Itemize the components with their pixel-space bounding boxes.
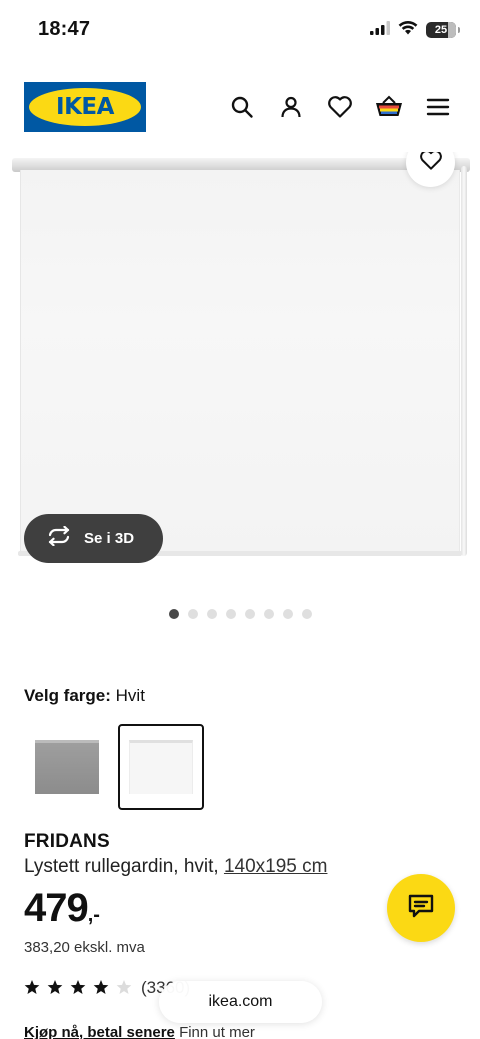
chat-button[interactable] xyxy=(387,874,455,942)
product-description-text: Lystett rullegardin, hvit, xyxy=(24,856,219,877)
product-size-link[interactable]: 140x195 cm xyxy=(224,856,328,877)
blind-cord xyxy=(461,166,467,556)
site-header: IKEA xyxy=(0,60,480,152)
carousel-dot[interactable] xyxy=(187,609,198,619)
view-in-3d-button[interactable]: Se i 3D xyxy=(24,514,163,563)
carousel-dot[interactable] xyxy=(225,609,236,619)
product-description: Lystett rullegardin, hvit, 140x195 cm xyxy=(24,856,327,878)
buy-now-title: Kjøp nå, betal senere xyxy=(24,1024,175,1039)
buy-now-link[interactable]: Finn ut mer xyxy=(179,1024,255,1039)
rating-stars[interactable] xyxy=(24,979,132,995)
heart-icon xyxy=(419,152,443,176)
color-swatch-white[interactable] xyxy=(118,724,204,810)
product-name: FRIDANS xyxy=(24,831,110,852)
price-ex-vat: 383,20 ekskl. mva xyxy=(24,939,145,956)
view-in-3d-label: Se i 3D xyxy=(84,530,135,547)
logo-text: IKEA xyxy=(56,94,114,120)
star-filled-icon xyxy=(24,980,40,994)
carousel-dot[interactable] xyxy=(282,609,293,619)
menu-icon[interactable] xyxy=(423,92,452,121)
status-time: 18:47 xyxy=(38,18,91,40)
search-icon[interactable] xyxy=(227,92,256,121)
ikea-logo[interactable]: IKEA xyxy=(24,82,146,132)
color-selected-value: Hvit xyxy=(115,686,145,705)
carousel-dots xyxy=(0,609,480,619)
color-label-title: Velg farge: xyxy=(24,686,111,705)
browser-url-bar[interactable]: ikea.com xyxy=(159,981,322,1023)
color-swatches xyxy=(24,724,204,810)
color-selector-label: Velg farge: Hvit xyxy=(24,686,145,706)
header-actions xyxy=(227,92,452,121)
star-filled-icon xyxy=(93,980,109,994)
battery-level: 25 xyxy=(434,24,448,36)
swatch-image xyxy=(35,740,99,794)
cellular-signal-icon xyxy=(370,20,390,40)
color-swatch-grey[interactable] xyxy=(24,724,110,810)
product-price: 479 ,- xyxy=(24,884,100,932)
star-filled-icon xyxy=(47,980,63,994)
account-icon[interactable] xyxy=(276,92,305,121)
price-amount: 479 xyxy=(24,886,89,930)
carousel-dot[interactable] xyxy=(263,609,274,619)
carousel-dot[interactable] xyxy=(206,609,217,619)
url-text: ikea.com xyxy=(208,993,273,1010)
favourites-icon[interactable] xyxy=(325,92,354,121)
star-filled-icon xyxy=(70,980,86,994)
rotate-3d-icon xyxy=(46,525,72,551)
battery-icon: 25 xyxy=(426,22,460,38)
carousel-dot[interactable] xyxy=(168,609,179,619)
star-empty-icon xyxy=(116,980,132,994)
chat-bubble-icon xyxy=(407,893,435,924)
carousel-dot[interactable] xyxy=(244,609,255,619)
cart-icon[interactable] xyxy=(374,92,403,121)
product-image xyxy=(20,170,460,554)
status-icons: 25 xyxy=(370,20,460,40)
product-image-gallery[interactable]: Se i 3D xyxy=(0,152,480,582)
carousel-dot[interactable] xyxy=(301,609,312,619)
status-bar: 18:47 25 xyxy=(0,0,480,60)
wifi-icon xyxy=(398,20,418,40)
buy-now-pay-later: Kjøp nå, betal senere Finn ut mer xyxy=(24,1024,255,1039)
swatch-image xyxy=(129,740,193,794)
price-suffix: ,- xyxy=(87,904,100,926)
